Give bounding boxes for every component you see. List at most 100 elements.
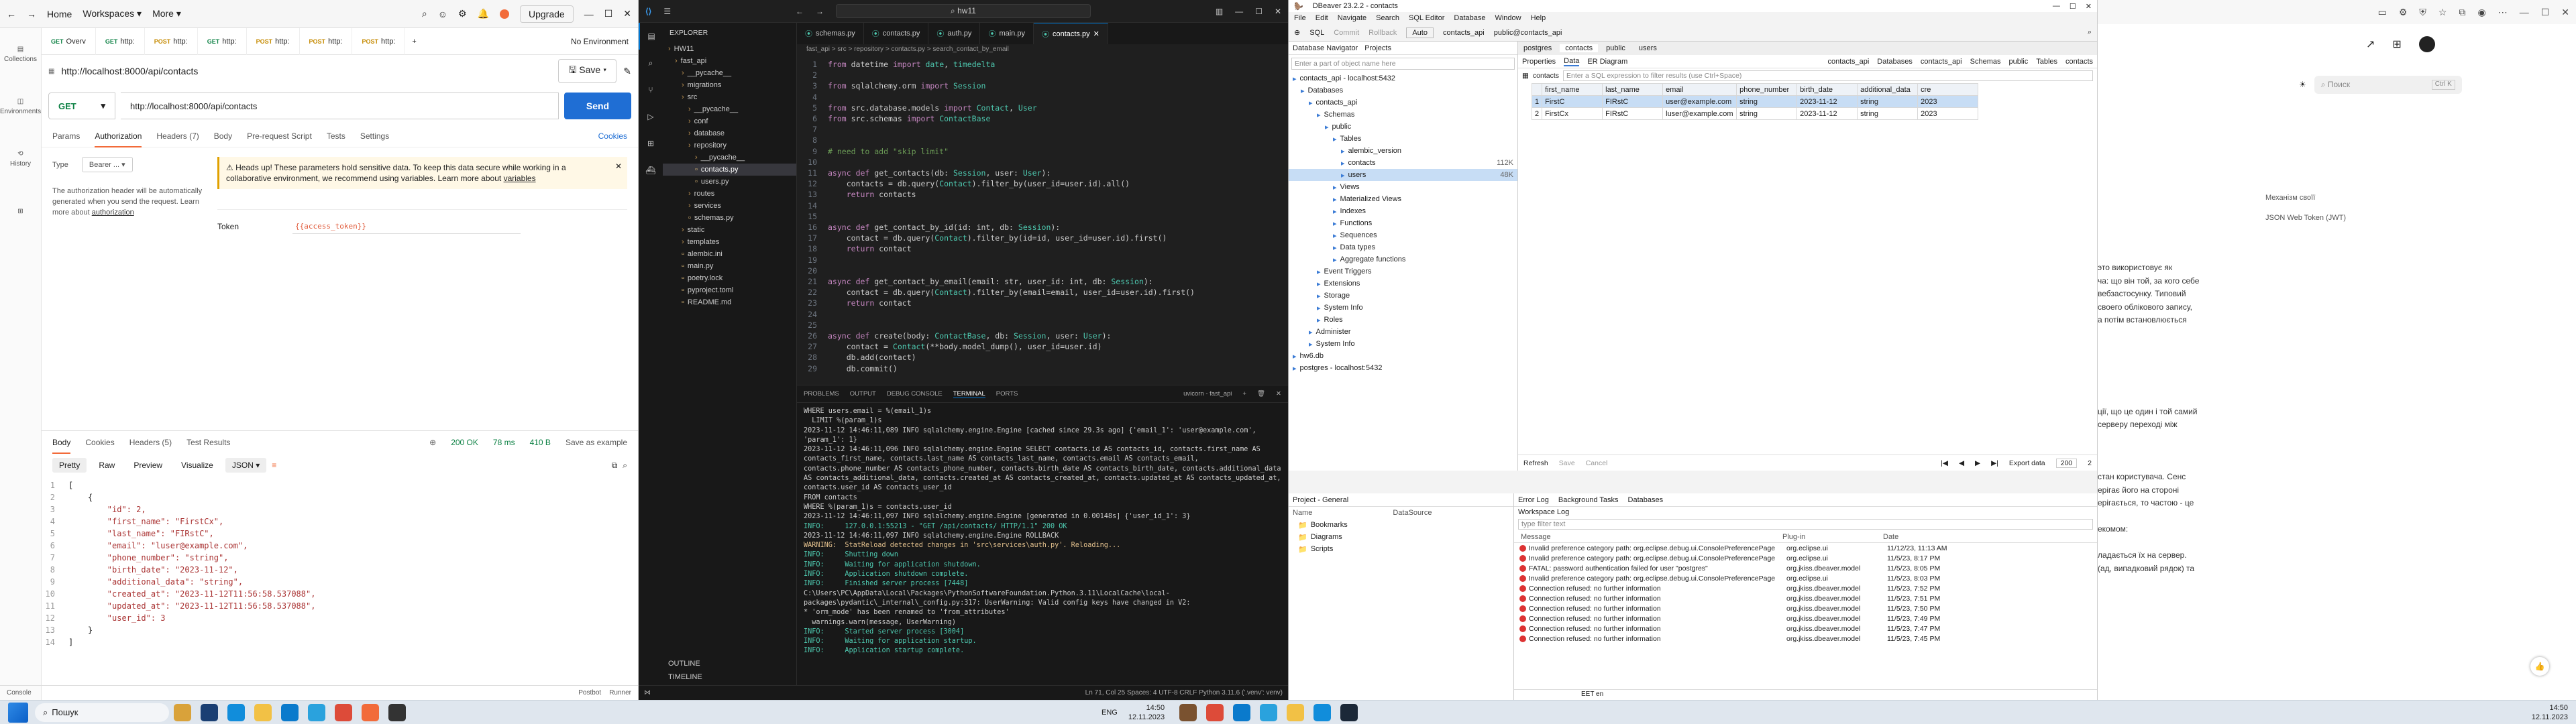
avatar[interactable] [500,9,509,19]
bell-icon[interactable]: 🔔 [478,8,489,19]
file-tree-item[interactable]: › repository [663,139,796,152]
file-tree-item[interactable]: ▫ contacts.py [663,164,796,176]
sidebar-item-history[interactable]: ⟲ History [0,133,41,185]
log-row[interactable]: Connection refused: no further informati… [1514,634,2097,644]
tab-settings[interactable]: Settings [360,131,389,141]
method-select[interactable]: GET ▾ [48,93,115,119]
request-title[interactable]: http://localhost:8000/api/contacts [61,66,198,76]
file-tree-item[interactable]: ▫ alembic.ini [663,248,796,260]
editor-tab[interactable]: ⦿ auth.py [928,23,981,44]
sidebar-icon[interactable]: ▭ [2378,7,2387,18]
file-tree-item[interactable]: ▫ schemas.py [663,212,796,224]
tab-debug-console[interactable]: DEBUG CONSOLE [887,390,943,398]
first-page-icon[interactable]: |◀ [1941,459,1948,467]
telegram-icon[interactable] [1260,703,1278,721]
tab-ports[interactable]: PORTS [996,390,1018,398]
table-row[interactable]: 1 FirstC FIRstC user@example.com string 2023-… [1531,95,1979,108]
tab-output[interactable]: OUTPUT [850,390,876,398]
code-view[interactable]: 1 from datetime import date, timedelta 2 3 f… [797,56,1288,374]
navigator-item[interactable]: ▸ Data types [1289,241,1517,253]
edit-icon[interactable]: ✎ [623,66,631,77]
save-button[interactable]: 🖫 Save ▾ [558,59,617,83]
authorization-link[interactable]: authorization [92,208,134,217]
col-plugin[interactable]: Plug-in [1782,533,1883,541]
column-header[interactable]: phone_number [1736,83,1798,96]
navigator-item[interactable]: ▸ System Info [1289,302,1517,314]
table-cell[interactable]: string [1857,107,1919,120]
table-cell[interactable]: 2023 [1917,95,1979,108]
tab-test-results[interactable]: Test Results [186,438,230,447]
minimize-icon[interactable]: — [2520,7,2529,17]
file-tree-item[interactable]: ▫ README.md [663,296,796,308]
postman-icon[interactable] [362,703,379,721]
navigator-item[interactable]: ▸ Aggregate functions [1289,253,1517,265]
close-icon[interactable]: ✕ [623,8,631,19]
sidebar-item-collections[interactable]: ▤ Collections [0,28,41,80]
commit-button[interactable]: Commit [1334,29,1359,37]
column-header[interactable]: additional_data [1857,83,1919,96]
table-cell[interactable]: string [1736,107,1798,120]
table-cell[interactable]: 1 [1531,95,1543,108]
home-link[interactable]: Home [47,9,72,19]
menu-item[interactable]: Window [1495,14,1521,22]
tab-headers[interactable]: Headers (7) [156,131,199,141]
breadcrumb-item[interactable]: Tables [2036,58,2057,66]
files-icon[interactable] [201,703,218,721]
debug-icon[interactable]: ▷ [639,103,663,130]
refresh-button[interactable]: Refresh [1523,459,1548,467]
back-icon[interactable]: ← [796,7,804,16]
file-tree-item[interactable]: ▫ pyproject.toml [663,284,796,296]
minimize-icon[interactable]: — [2053,2,2060,10]
editor-tab[interactable]: ⦿ contacts.py [864,23,929,44]
tab-databases[interactable]: Databases [1628,496,1664,504]
log-row[interactable]: Connection refused: no further informati… [1514,603,2097,613]
table-cell[interactable]: FirstC [1542,95,1603,108]
workspaces-menu[interactable]: Workspaces ▾ [83,8,142,19]
close-icon[interactable]: ✕ [2086,2,2092,11]
tab-terminal[interactable]: TERMINAL [953,390,985,398]
log-row[interactable]: Invalid preference category path: org.ec… [1514,573,2097,583]
file-tree-item[interactable]: › migrations [663,79,796,91]
menu-icon[interactable]: ☰ [663,7,671,16]
log-row[interactable]: Connection refused: no further informati… [1514,593,2097,603]
project-item[interactable]: 📁 Diagrams [1289,531,1513,543]
breadcrumb-item[interactable]: public [2008,58,2028,66]
next-page-icon[interactable]: ▶ [1975,459,1980,467]
docker-icon[interactable]: ⛴ [639,157,663,184]
search-icon[interactable]: ⌕ [639,50,663,76]
last-page-icon[interactable]: ▶| [1991,459,1998,467]
log-row[interactable]: FATAL: password authentication failed fo… [1514,563,2097,573]
tab-params[interactable]: Params [52,131,80,141]
back-icon[interactable]: ← [7,9,16,19]
search-input[interactable]: ⌕ Поиск Ctrl K [2314,75,2462,94]
close-icon[interactable]: ✕ [1275,7,1281,16]
navigator-item[interactable]: ▸ Functions [1289,217,1517,229]
terminal-shell[interactable]: uvicorn - fast_api [1183,390,1232,398]
maximize-icon[interactable]: ☐ [2070,2,2076,11]
table-cell[interactable]: 2023-11-12 [1796,107,1858,120]
log-row[interactable]: Invalid preference category path: org.ec… [1514,553,2097,563]
dbeaver-icon[interactable] [1179,703,1197,721]
table-cell[interactable]: FIRstC [1602,95,1664,108]
navigator-item[interactable]: ▸ Indexes [1289,205,1517,217]
log-filter[interactable]: type filter text [1518,519,2093,530]
tab-background-tasks[interactable]: Background Tasks [1558,496,1619,504]
new-connection-icon[interactable]: ⊕ [1294,28,1300,37]
sql-button[interactable]: SQL [1309,29,1324,37]
sidebar-item-environments[interactable]: ◫ Environments [0,80,41,133]
edge-icon[interactable] [227,703,245,721]
search-icon[interactable]: ⌕ [623,461,627,471]
explorer-icon[interactable]: ▤ [639,23,663,50]
telegram-icon[interactable] [308,703,325,721]
file-tree-item[interactable]: ▫ main.py [663,260,796,272]
start-icon[interactable] [8,702,28,723]
prev-page-icon[interactable]: ◀ [1959,459,1964,467]
runner-button[interactable]: Runner [609,689,631,697]
duck-icon[interactable] [174,703,191,721]
tab-properties[interactable]: Properties [1522,58,1556,66]
transaction-mode[interactable]: Auto [1406,27,1434,38]
taskbar-search[interactable]: ⌕ Пошук [35,703,169,722]
navigator-item[interactable]: ▸ System Info [1289,338,1517,350]
file-tree-item[interactable]: › conf [663,115,796,127]
log-row[interactable]: Connection refused: no further informati… [1514,623,2097,634]
